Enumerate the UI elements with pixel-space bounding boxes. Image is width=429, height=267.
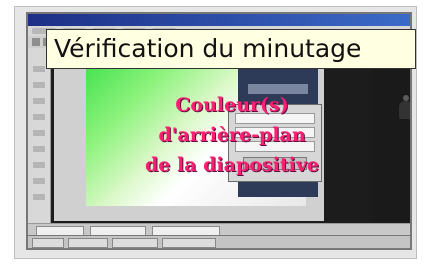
outline-slot[interactable]	[33, 130, 45, 136]
panel-band	[248, 84, 308, 94]
outline-slot[interactable]	[33, 98, 45, 104]
taskbar-button[interactable]	[162, 238, 216, 248]
slide-overlay-line-2: d'arrière-plan	[158, 124, 306, 146]
outline-slot[interactable]	[33, 194, 45, 200]
taskbar[interactable]	[28, 235, 410, 248]
outline-slot[interactable]	[33, 114, 45, 120]
character-icon	[399, 95, 410, 119]
outline-slot[interactable]	[33, 82, 45, 88]
outline-slot[interactable]	[33, 162, 45, 168]
taskbar-button[interactable]	[68, 238, 108, 248]
outline-slot[interactable]	[33, 178, 45, 184]
taskbar-button[interactable]	[112, 238, 158, 248]
slide-overlay-line-3: de la diapositive	[145, 154, 319, 176]
taskbar-button[interactable]	[32, 238, 64, 248]
tooltip: Vérification du minutage	[46, 29, 416, 69]
toolbar-button[interactable]	[32, 38, 40, 46]
right-panel	[372, 48, 410, 222]
tooltip-text: Vérification du minutage	[54, 34, 362, 63]
window-titlebar[interactable]	[28, 14, 410, 26]
outline-pane[interactable]	[28, 48, 51, 224]
outline-slot[interactable]	[33, 146, 45, 152]
outline-slot[interactable]	[33, 66, 45, 72]
slide-overlay-line-1: Couleur(s)	[175, 94, 289, 116]
